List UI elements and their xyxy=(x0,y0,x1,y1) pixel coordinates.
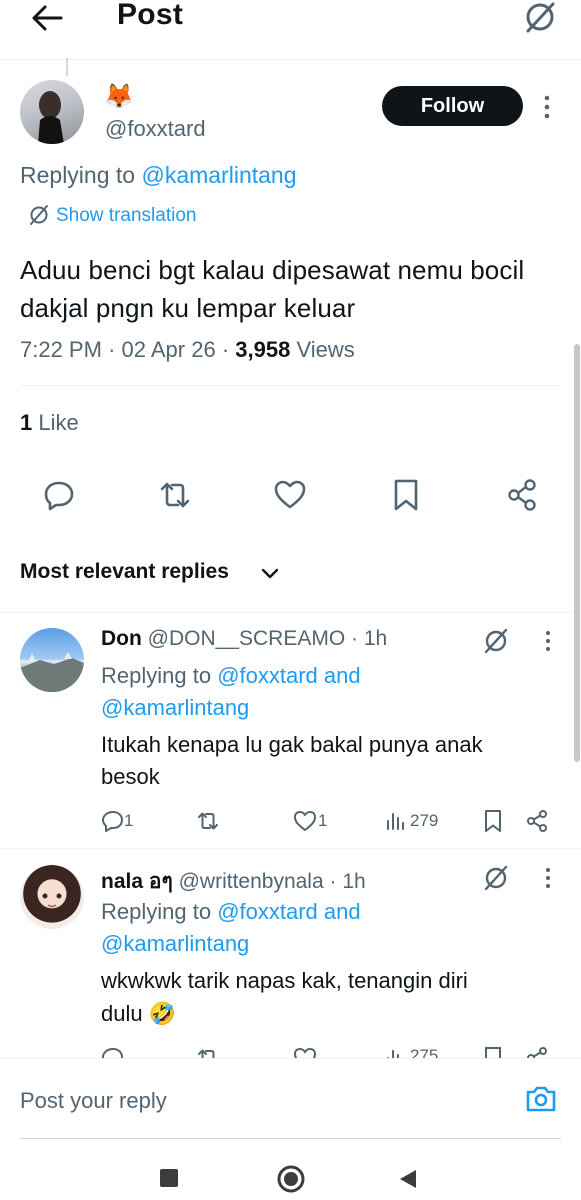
reply-replying-to: Replying to @foxxtard and xyxy=(101,896,361,928)
reply-icon[interactable] xyxy=(101,1046,125,1058)
replying-to: Replying to @kamarlintang xyxy=(20,162,297,189)
like-icon[interactable] xyxy=(273,478,307,512)
bookmark-icon[interactable] xyxy=(481,809,505,833)
thread-connector xyxy=(66,58,68,76)
translation-icon[interactable] xyxy=(28,204,50,230)
avatar[interactable] xyxy=(20,865,84,929)
divider xyxy=(20,385,561,386)
more-options-icon[interactable] xyxy=(543,867,553,893)
reply-author-handle[interactable]: @DON__SCREAMO xyxy=(148,627,346,650)
like-count: 1 xyxy=(318,811,328,830)
show-translation-link[interactable]: Show translation xyxy=(56,205,196,227)
camera-icon[interactable] xyxy=(524,1082,558,1116)
post-text: Aduu benci bgt kalau dipesawat nemu boci… xyxy=(20,255,525,323)
reply-icon[interactable] xyxy=(101,809,125,833)
more-options-icon[interactable] xyxy=(542,94,552,120)
reply-count: 1 xyxy=(124,811,134,830)
divider xyxy=(0,848,581,849)
divider xyxy=(0,1058,581,1059)
views-count: 3,958 xyxy=(235,337,291,362)
views-count: 279 xyxy=(410,811,439,830)
views-label: Views xyxy=(296,337,355,362)
reply-author-name[interactable]: nala อๆ xyxy=(101,870,173,893)
replying-to-link[interactable]: @kamarlintang xyxy=(101,928,249,960)
views-icon[interactable] xyxy=(384,1046,408,1058)
post-date: 02 Apr 26 xyxy=(121,337,216,362)
avatar[interactable] xyxy=(20,80,84,144)
nav-back-icon[interactable] xyxy=(398,1168,418,1190)
reply-icon[interactable] xyxy=(42,478,76,512)
like-count: 1 xyxy=(20,410,33,435)
reply-time: · 1h xyxy=(329,870,366,893)
replying-prefix: Replying to xyxy=(101,899,212,924)
likes-summary[interactable]: 1 Like xyxy=(20,410,79,436)
share-icon[interactable] xyxy=(525,1046,549,1058)
like-label: Like xyxy=(38,410,79,435)
bookmark-icon[interactable] xyxy=(481,1046,505,1058)
recent-apps-icon[interactable] xyxy=(160,1169,178,1187)
views-icon[interactable] xyxy=(384,809,408,833)
reply-header: nala อๆ @writtenbynala · 1h xyxy=(101,865,366,898)
divider xyxy=(20,1138,561,1139)
home-icon[interactable] xyxy=(276,1164,306,1194)
repost-icon[interactable] xyxy=(158,478,192,512)
replying-prefix: Replying to xyxy=(101,663,212,688)
meta-separator: · xyxy=(221,337,230,362)
reply-time: · 1h xyxy=(351,627,388,650)
views-count: 275 xyxy=(410,1046,439,1058)
reply-replying-to: Replying to @foxxtard and xyxy=(101,660,361,692)
post-meta: 7:22 PM · 02 Apr 26 · 3,958 Views xyxy=(20,337,355,363)
meta-separator: · xyxy=(108,337,116,362)
reply-actions-partial: 275 xyxy=(0,1040,581,1058)
bookmark-icon[interactable] xyxy=(389,478,423,512)
scrollbar[interactable] xyxy=(574,344,580,762)
repost-icon[interactable] xyxy=(196,1046,220,1058)
replying-to-link[interactable]: @foxxtard and xyxy=(217,663,360,688)
sort-replies-label[interactable]: Most relevant replies xyxy=(20,560,229,584)
like-icon[interactable] xyxy=(293,809,317,833)
page-title: Post xyxy=(117,0,184,31)
reply-text: dulu 🤣 xyxy=(101,1001,177,1026)
reply-text: besok xyxy=(101,764,160,789)
author-emoji: 🦊 xyxy=(104,83,134,110)
reply-author-handle[interactable]: @writtenbynala xyxy=(179,870,324,893)
share-icon[interactable] xyxy=(505,478,539,512)
reply-text: wkwkwk tarik napas kak, tenangin diri xyxy=(101,968,468,993)
follow-button[interactable]: Follow xyxy=(382,86,523,126)
replying-to-link[interactable]: @foxxtard and xyxy=(217,899,360,924)
replying-to-link[interactable]: @kamarlintang xyxy=(101,692,249,724)
reply-author-name[interactable]: Don xyxy=(101,627,142,650)
author-handle[interactable]: @foxxtard xyxy=(105,116,206,142)
post-time: 7:22 PM xyxy=(20,337,102,362)
share-icon[interactable] xyxy=(525,809,549,833)
divider xyxy=(0,612,581,613)
translate-icon[interactable] xyxy=(482,628,510,654)
replying-prefix: Replying to xyxy=(20,162,136,188)
back-arrow-icon[interactable] xyxy=(30,4,64,32)
more-options-icon[interactable] xyxy=(543,630,553,656)
chevron-down-icon[interactable] xyxy=(260,566,280,582)
translate-icon[interactable] xyxy=(482,865,510,891)
translate-icon[interactable] xyxy=(522,0,558,34)
avatar[interactable] xyxy=(20,628,84,692)
top-bar xyxy=(0,0,581,60)
reply-header: Don @DON__SCREAMO · 1h xyxy=(101,627,387,651)
reply-text: Itukah kenapa lu gak bakal punya anak xyxy=(101,732,483,757)
replying-to-link[interactable]: @kamarlintang xyxy=(141,162,296,188)
repost-icon[interactable] xyxy=(196,809,220,833)
like-icon[interactable] xyxy=(293,1046,317,1058)
reply-input[interactable]: Post your reply xyxy=(20,1088,167,1114)
